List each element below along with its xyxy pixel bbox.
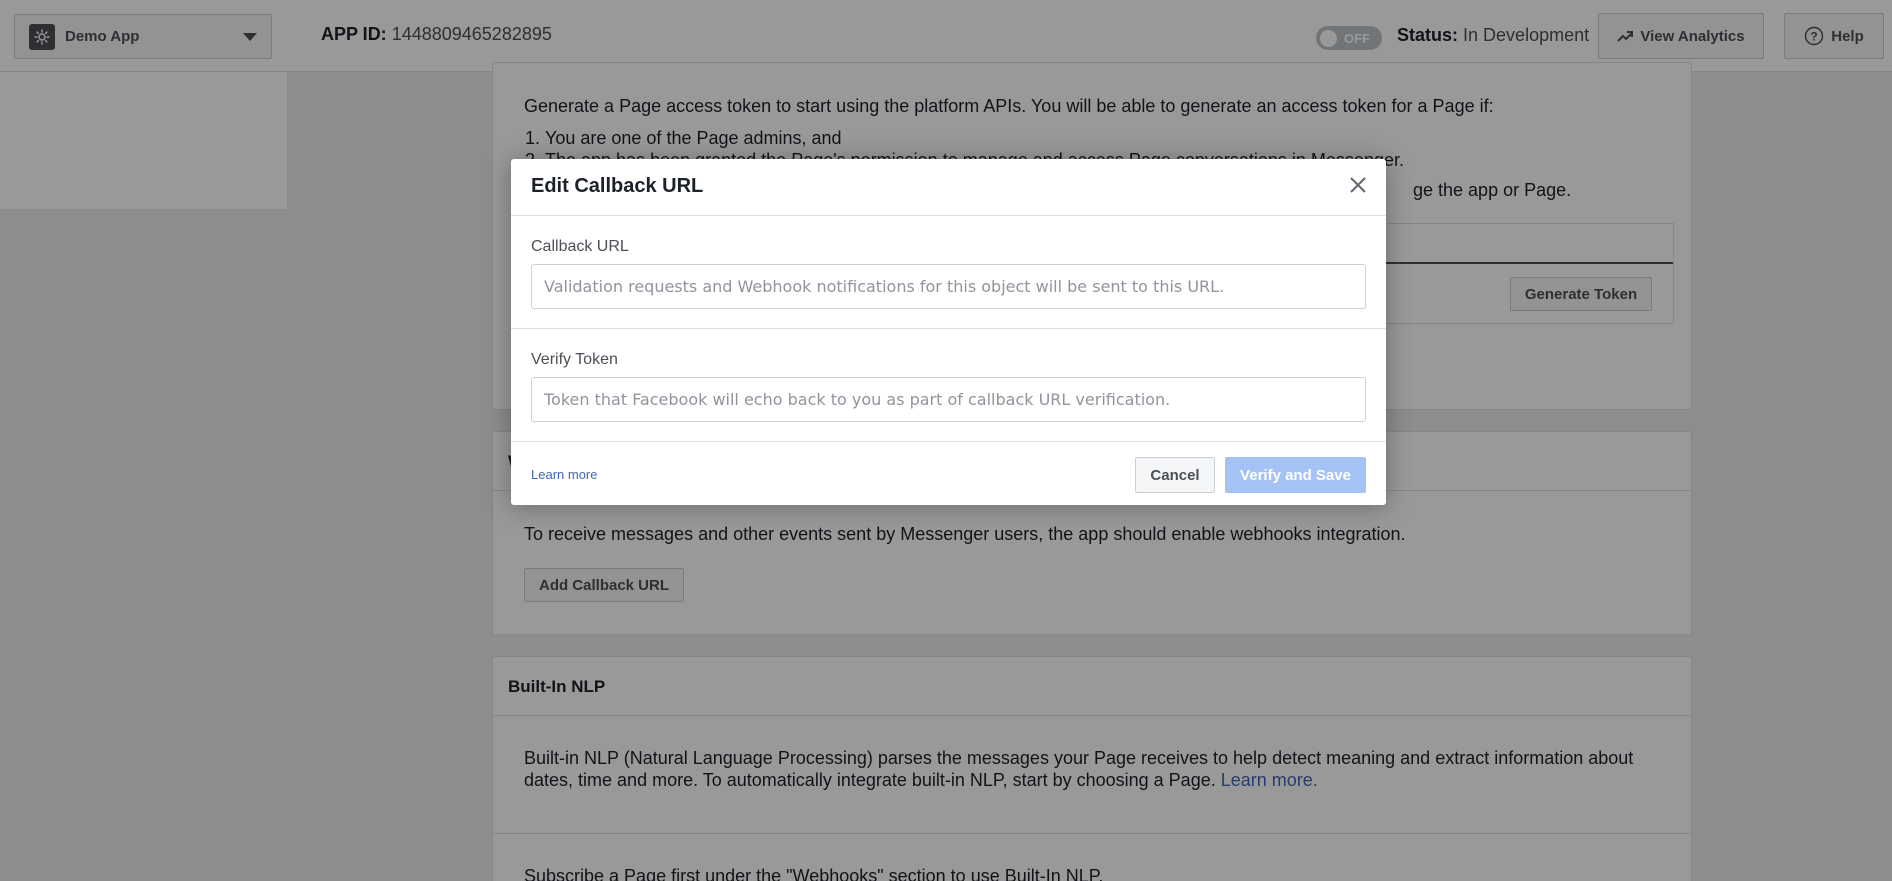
verify-token-input[interactable] — [531, 377, 1366, 422]
dialog-header: Edit Callback URL — [511, 159, 1386, 216]
callback-url-label: Callback URL — [531, 238, 629, 255]
verify-and-save-button[interactable]: Verify and Save — [1225, 457, 1366, 493]
verify-token-section: Verify Token — [511, 329, 1386, 442]
cancel-button[interactable]: Cancel — [1135, 457, 1215, 493]
dialog-title: Edit Callback URL — [531, 175, 704, 197]
callback-url-section: Callback URL — [511, 216, 1386, 329]
verify-token-label: Verify Token — [531, 351, 618, 368]
learn-more-link[interactable]: Learn more — [531, 467, 597, 482]
close-icon[interactable] — [1346, 173, 1370, 197]
callback-url-input[interactable] — [531, 264, 1366, 309]
dialog-footer: Learn more Cancel Verify and Save — [511, 442, 1386, 504]
edit-callback-url-dialog: Edit Callback URL Callback URL Verify To… — [511, 159, 1386, 505]
